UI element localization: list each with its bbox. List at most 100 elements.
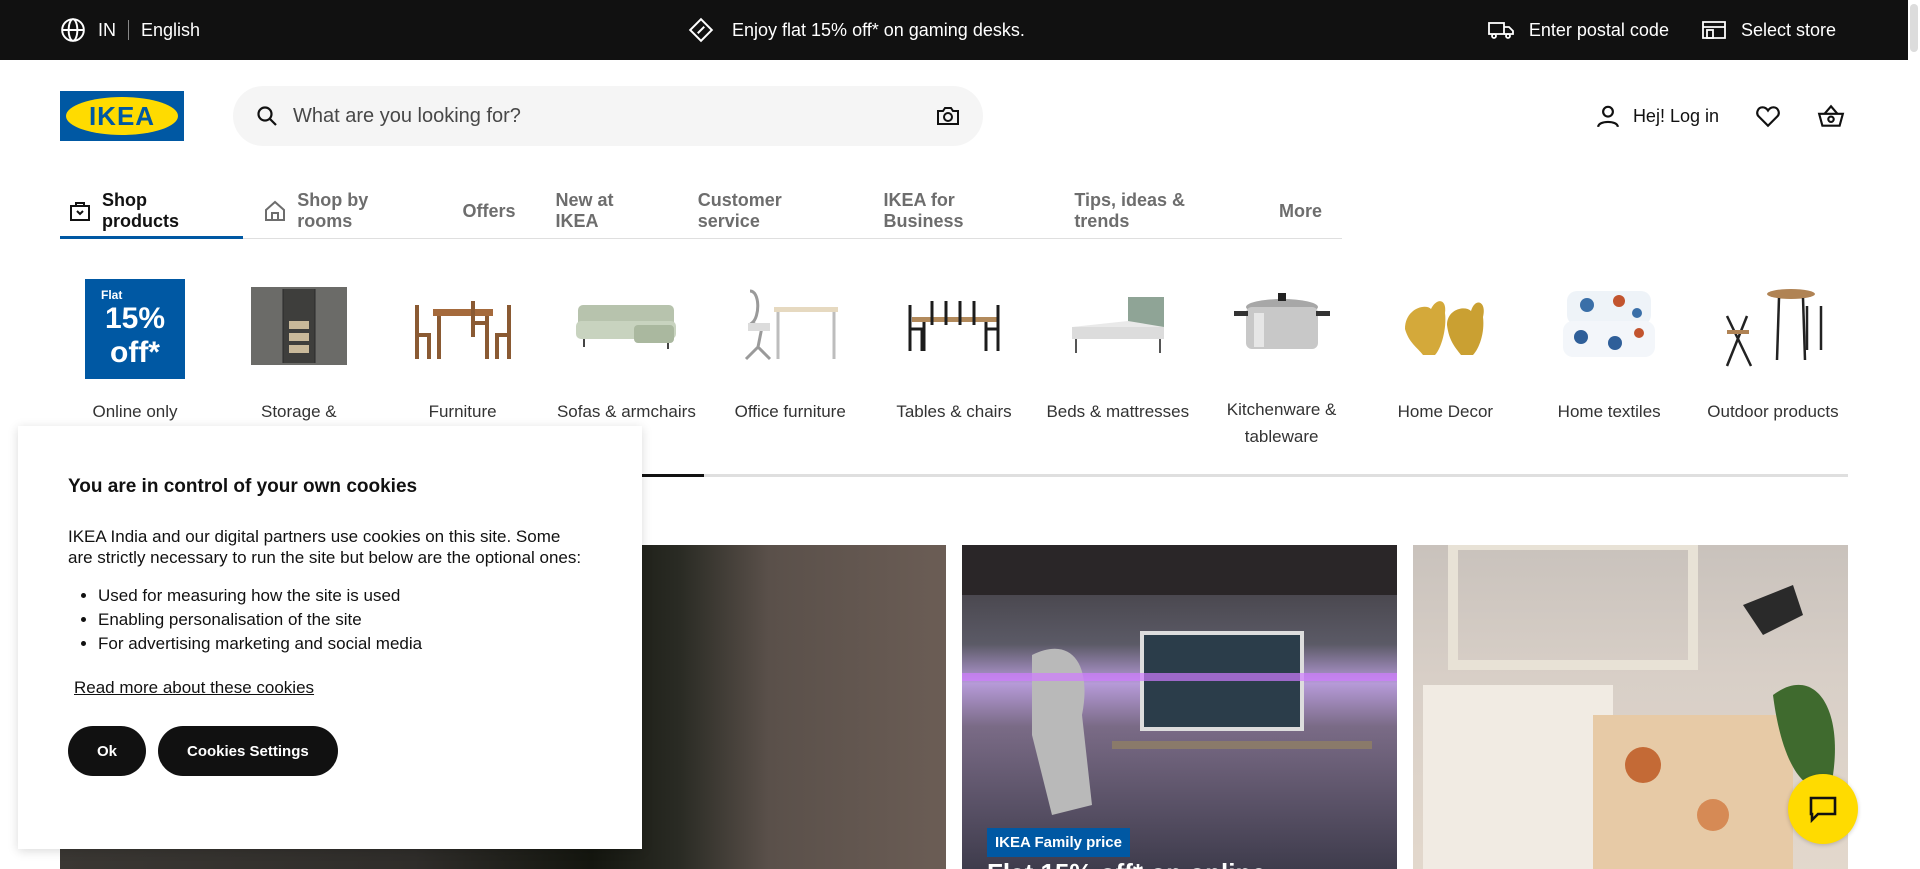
cookie-purpose-list: Used for measuring how the site is used … — [98, 584, 592, 656]
list-item: For advertising marketing and social med… — [98, 632, 592, 656]
promo-tile-off: off* — [110, 336, 160, 369]
category-outdoor[interactable]: Outdoor products — [1698, 270, 1848, 450]
login-button[interactable]: Hej! Log in — [1595, 103, 1719, 129]
category-label: Office furniture — [734, 402, 846, 421]
select-store-button[interactable]: Select store — [1701, 18, 1836, 42]
promo-banner[interactable]: Enjoy flat 15% off* on gaming desks. — [688, 0, 1025, 60]
ok-button[interactable]: Ok — [68, 726, 147, 776]
category-office[interactable]: Office furniture — [715, 270, 865, 450]
heart-icon[interactable] — [1755, 103, 1781, 129]
tag-icon — [688, 17, 714, 43]
category-label: Kitchenware & tableware — [1226, 400, 1337, 446]
globe-icon — [60, 17, 86, 43]
store-icon — [1701, 18, 1727, 42]
main-nav: Shop products Shop by rooms Offers New a… — [60, 185, 1342, 239]
tab-label: More — [1278, 200, 1322, 221]
ikea-homepage: IN English Enjoy flat 15% off* on gaming… — [0, 0, 1920, 869]
tab-ikea-for-business[interactable]: IKEA for Business — [863, 185, 1054, 237]
camera-icon[interactable] — [935, 104, 961, 128]
category-online-only[interactable]: Flat 15% off* Online only — [60, 270, 210, 450]
tab-more[interactable]: More — [1259, 185, 1342, 237]
truck-icon — [1487, 18, 1515, 42]
house-icon — [263, 199, 287, 223]
store-tools: Enter postal code Select store — [1487, 0, 1836, 60]
tab-label: IKEA for Business — [883, 190, 964, 231]
hero-image-gaming[interactable]: IKEA Family price Flat 15% off* on onlin… — [962, 545, 1397, 869]
page-scrollbar-thumb[interactable] — [1910, 4, 1918, 52]
user-icon — [1595, 103, 1621, 129]
hero-title[interactable]: Flat 15% off* on online — [987, 858, 1266, 869]
bed-icon — [1071, 297, 1164, 353]
chat-icon — [1808, 795, 1838, 823]
tab-offers[interactable]: Offers — [442, 185, 535, 237]
category-kitchenware[interactable]: Kitchenware & tableware — [1207, 270, 1357, 450]
category-beds[interactable]: Beds & mattresses — [1043, 270, 1193, 450]
cookies-settings-button[interactable]: Cookies Settings — [158, 726, 338, 776]
sofa-icon — [576, 305, 677, 349]
category-image — [566, 270, 686, 380]
search-bar[interactable] — [233, 86, 983, 146]
search-icon — [255, 104, 279, 128]
tab-label: Shop products — [102, 189, 180, 231]
category-image — [1222, 270, 1342, 378]
shopping-bag-icon — [68, 199, 92, 223]
cookie-body: IKEA India and our digital partners use … — [68, 527, 582, 567]
chat-button[interactable] — [1788, 774, 1858, 844]
tab-tips-ideas[interactable]: Tips, ideas & trends — [1054, 185, 1259, 237]
tab-shop-by-rooms[interactable]: Shop by rooms — [243, 185, 442, 237]
category-home-decor[interactable]: Home Decor — [1370, 270, 1520, 450]
pot-icon — [1233, 293, 1330, 349]
category-image — [403, 270, 523, 380]
postal-code-button[interactable]: Enter postal code — [1487, 18, 1669, 42]
dining-set-icon — [414, 301, 511, 359]
category-label: Sofas & armchairs — [556, 402, 696, 421]
tab-shop-products[interactable]: Shop products — [60, 185, 244, 239]
page-scrollbar[interactable] — [1908, 0, 1920, 869]
postal-label: Enter postal code — [1528, 19, 1669, 40]
list-item: Enabling personalisation of the site — [98, 608, 592, 632]
category-tables-chairs[interactable]: Tables & chairs — [879, 270, 1029, 450]
category-furniture[interactable]: Furniture — [388, 270, 538, 450]
office-desk-icon — [745, 289, 839, 361]
logo-text: IKEA — [88, 100, 156, 131]
promo-tile: Flat 15% off* — [85, 279, 185, 379]
promo-text[interactable]: Enjoy flat 15% off* on gaming desks. — [732, 20, 1025, 41]
hero-image-bedroom[interactable] — [1413, 545, 1848, 869]
ikea-logo[interactable]: IKEA — [60, 91, 184, 141]
promo-tile-small: Flat — [101, 288, 123, 302]
category-home-textiles[interactable]: Home textiles — [1534, 270, 1684, 450]
decor-figurine-icon — [1405, 301, 1485, 355]
category-label: Furniture — [428, 402, 497, 421]
locale-selector[interactable]: IN English — [60, 0, 200, 60]
search-input[interactable] — [293, 104, 935, 128]
category-image — [894, 270, 1014, 380]
category-storage[interactable]: Storage & — [224, 270, 374, 450]
bedroom-illustration — [1423, 545, 1835, 869]
store-label: Select store — [1740, 19, 1836, 40]
table-chairs-icon — [908, 301, 1000, 351]
basket-icon[interactable] — [1817, 103, 1845, 129]
tab-customer-service[interactable]: Customer service — [678, 185, 864, 237]
language[interactable]: English — [141, 20, 200, 41]
category-sofas[interactable]: Sofas & armchairs — [551, 270, 701, 450]
category-label: Outdoor products — [1707, 402, 1839, 421]
category-image — [1385, 270, 1505, 380]
country-code[interactable]: IN — [98, 20, 116, 41]
category-carousel: Flat 15% off* Online only Storage & Furn… — [60, 270, 1848, 450]
read-more-cookies-link[interactable]: Read more about these cookies — [74, 678, 314, 698]
category-label: Home textiles — [1557, 402, 1661, 421]
category-image — [239, 270, 359, 380]
cookie-actions: Ok Cookies Settings — [68, 726, 592, 776]
tab-label: Tips, ideas & trends — [1074, 190, 1186, 231]
tab-label: Offers — [462, 200, 516, 221]
top-bar: IN English Enjoy flat 15% off* on gaming… — [0, 0, 1908, 60]
tab-label: New at IKEA — [555, 190, 614, 231]
divider — [128, 20, 129, 40]
category-image — [1713, 270, 1833, 380]
category-image — [1058, 270, 1178, 380]
tab-new-at-ikea[interactable]: New at IKEA — [535, 185, 677, 237]
ikea-family-badge: IKEA Family price — [987, 828, 1130, 857]
category-label: Online only — [92, 402, 178, 421]
category-label: Beds & mattresses — [1046, 402, 1190, 421]
pillows-icon — [1563, 291, 1656, 357]
